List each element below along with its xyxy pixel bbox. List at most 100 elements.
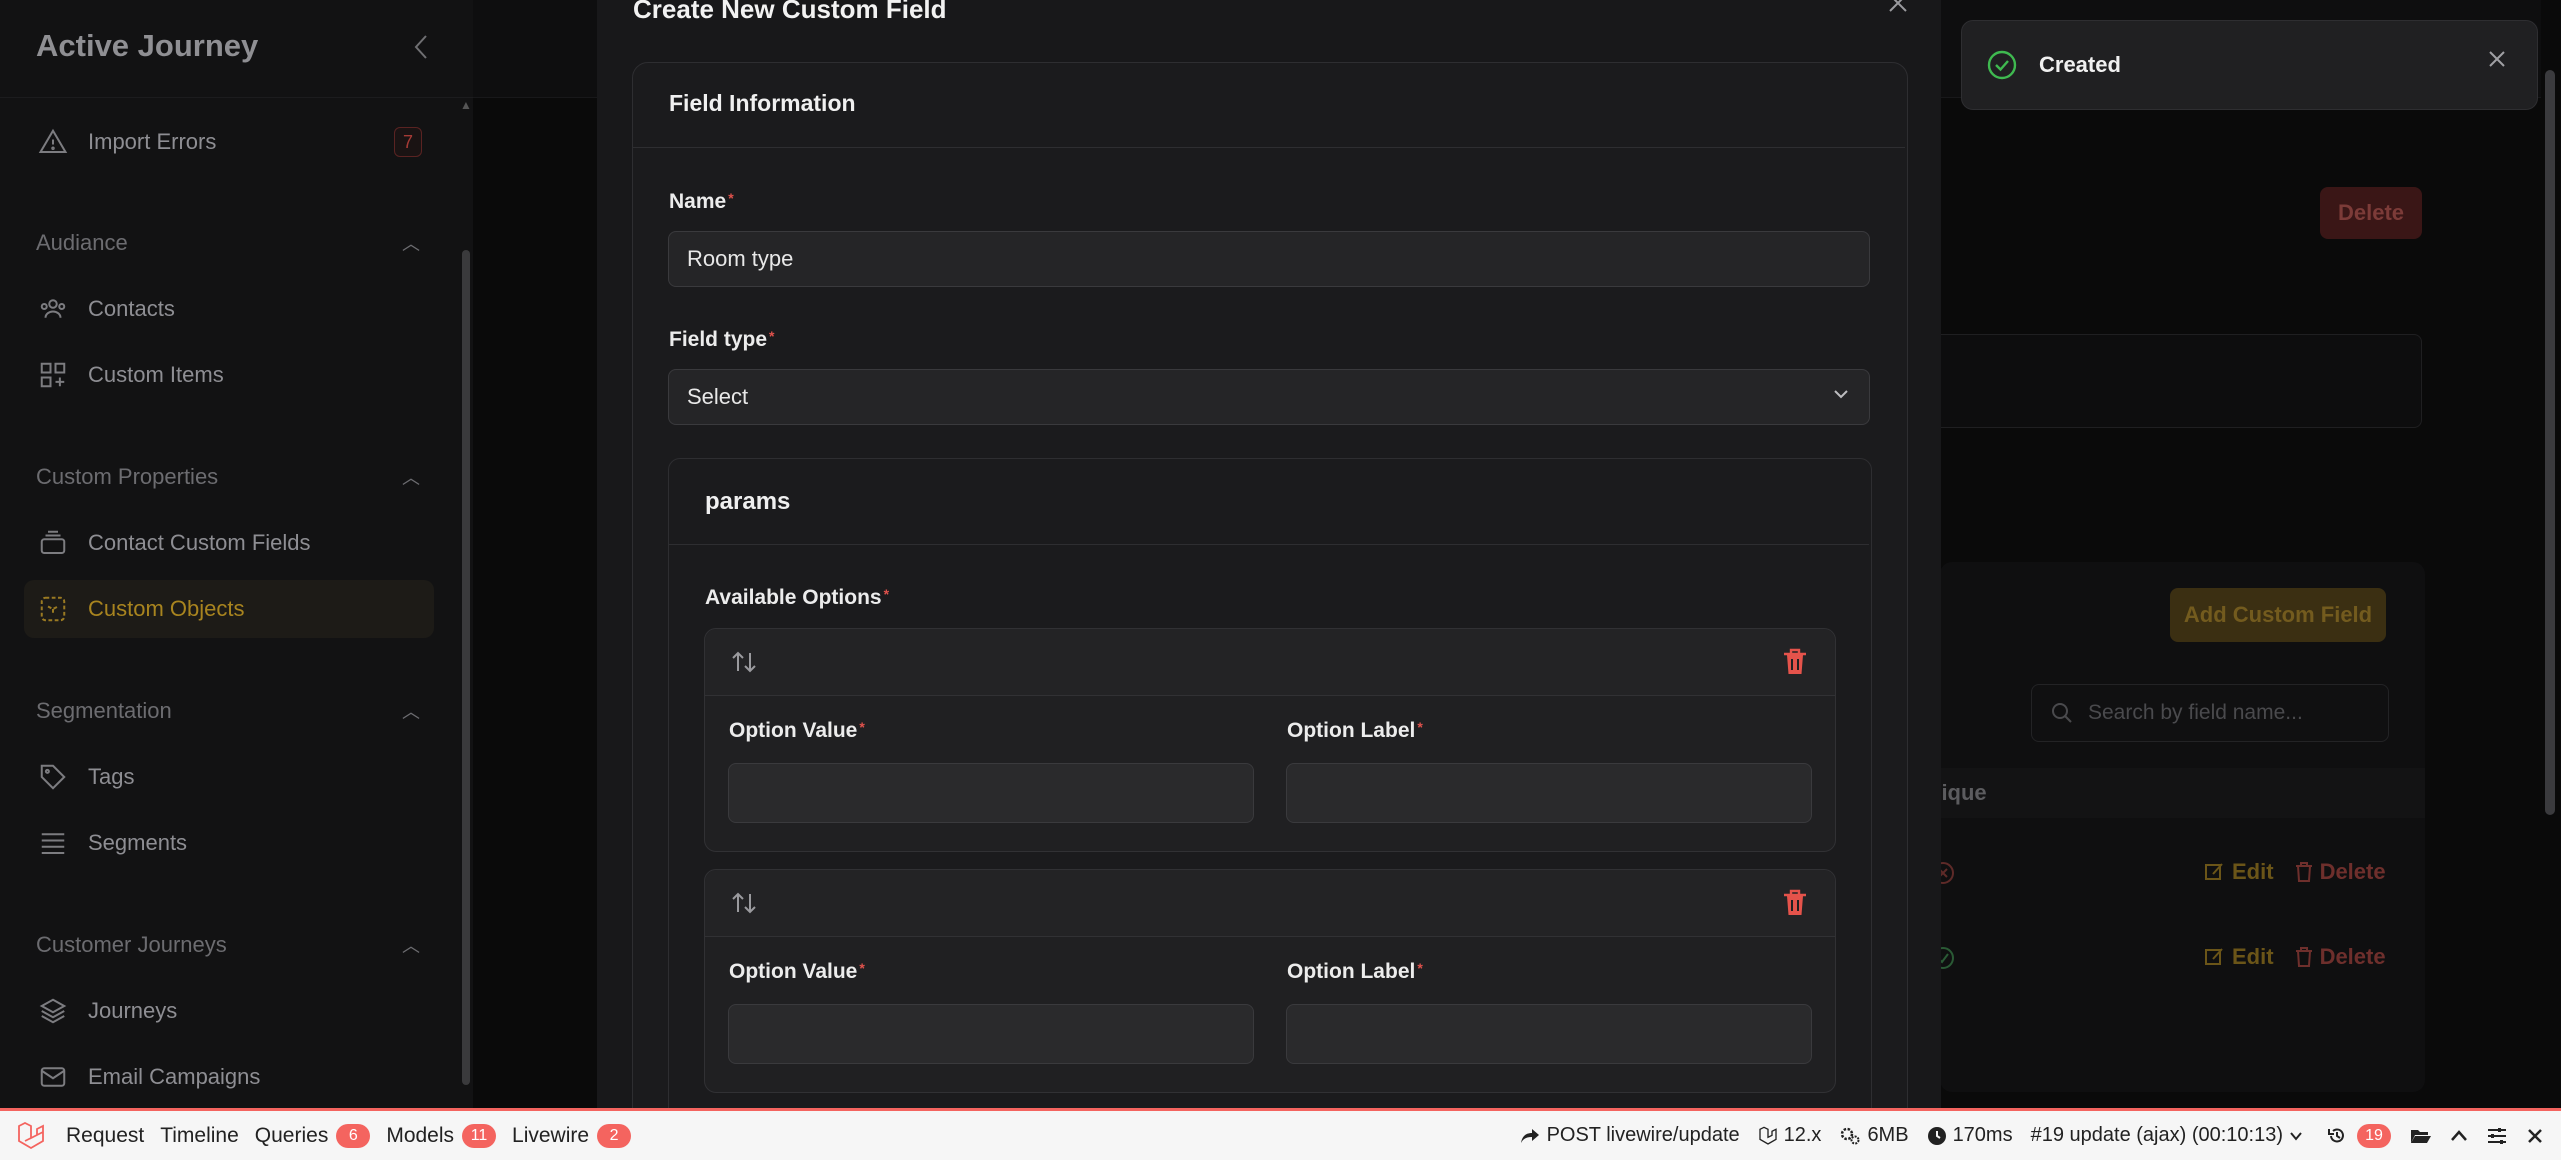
chevron-up-icon: ︿ bbox=[402, 234, 420, 254]
edit-icon bbox=[2205, 863, 2223, 880]
toast-message: Created bbox=[2039, 52, 2121, 77]
request-selector[interactable]: #19 update (ajax) (00:10:13) bbox=[2031, 1124, 2309, 1147]
table-row-actions: Edit Delete bbox=[2204, 859, 2386, 885]
layers-icon bbox=[36, 994, 70, 1028]
name-input[interactable]: Room type bbox=[668, 231, 1870, 287]
toast-close-button[interactable] bbox=[2487, 48, 2511, 72]
row-delete-button[interactable]: Delete bbox=[2294, 944, 2386, 970]
row-delete-button[interactable]: Delete bbox=[2294, 859, 2386, 885]
params-header bbox=[669, 459, 1869, 545]
delete-option-icon[interactable] bbox=[1781, 888, 1809, 918]
description-textarea[interactable] bbox=[1930, 334, 2422, 428]
sidebar-item-label: Import Errors bbox=[88, 129, 217, 154]
field-search-input[interactable]: Search by field name... bbox=[2031, 684, 2389, 742]
sliders-icon bbox=[2488, 1127, 2506, 1144]
group-label: Segmentation bbox=[36, 698, 172, 723]
chevron-up-icon: ︿ bbox=[402, 702, 420, 722]
import-errors-badge: 7 bbox=[394, 127, 422, 157]
option-label-input[interactable] bbox=[1286, 763, 1812, 823]
group-audiance[interactable]: Audiance ︿ bbox=[36, 228, 420, 258]
laravel-logo-icon[interactable] bbox=[16, 1121, 46, 1151]
delete-object-button[interactable]: Delete bbox=[2320, 187, 2422, 239]
sidebar-item-custom-items[interactable]: Custom Items bbox=[24, 346, 434, 404]
search-placeholder: Search by field name... bbox=[2088, 701, 2303, 724]
option-value-label: Option Value * bbox=[729, 960, 865, 983]
collapse-sidebar-button[interactable] bbox=[412, 32, 436, 64]
sidebar-item-email-campaigns[interactable]: Email Campaigns bbox=[24, 1048, 434, 1106]
field-type-value: Select bbox=[687, 384, 749, 409]
sidebar-item-label: Custom Items bbox=[88, 362, 224, 387]
field-type-label: Field type * bbox=[669, 328, 775, 351]
cube-dashed-icon bbox=[36, 592, 70, 626]
option-item-header bbox=[705, 870, 1835, 937]
edit-icon bbox=[2205, 948, 2223, 965]
chevron-down-icon bbox=[2290, 1131, 2302, 1141]
group-custom-properties[interactable]: Custom Properties ︿ bbox=[36, 462, 420, 492]
debug-tab-queries[interactable]: Queries 6 bbox=[255, 1123, 371, 1148]
open-folder-button[interactable] bbox=[2409, 1124, 2433, 1148]
debug-tab-models[interactable]: Models 11 bbox=[386, 1123, 497, 1148]
history-icon bbox=[2328, 1128, 2344, 1142]
row-edit-label: Edit bbox=[2232, 859, 2274, 884]
reorder-arrows-icon[interactable] bbox=[729, 647, 759, 677]
group-customer-journeys[interactable]: Customer Journeys ︿ bbox=[36, 930, 420, 960]
request-duration: 170ms bbox=[1927, 1124, 2013, 1147]
close-icon bbox=[1889, 0, 1907, 12]
group-segmentation[interactable]: Segmentation ︿ bbox=[36, 696, 420, 726]
delete-option-icon[interactable] bbox=[1781, 647, 1809, 677]
history-button[interactable]: 19 bbox=[2327, 1123, 2391, 1148]
sidebar-scroll-up-arrow[interactable]: ▲ bbox=[460, 98, 472, 112]
sidebar-item-import-errors[interactable]: Import Errors 7 bbox=[24, 113, 434, 171]
sidebar-item-label: Contact Custom Fields bbox=[88, 530, 311, 555]
option-value-input[interactable] bbox=[728, 763, 1254, 823]
row-edit-button[interactable]: Edit bbox=[2204, 859, 2274, 885]
stack-icon bbox=[36, 526, 70, 560]
row-delete-label: Delete bbox=[2319, 944, 2386, 969]
search-icon bbox=[2052, 703, 2072, 723]
close-icon bbox=[2528, 1128, 2542, 1143]
close-debugbar-button[interactable] bbox=[2523, 1124, 2547, 1148]
chevron-left-icon bbox=[414, 35, 427, 59]
debug-tab-livewire[interactable]: Livewire 2 bbox=[512, 1123, 632, 1148]
sidebar-item-segments[interactable]: Segments bbox=[24, 814, 434, 872]
sidebar-item-label: Segments bbox=[88, 830, 188, 855]
modal-close-button[interactable] bbox=[1887, 0, 1911, 16]
name-label: Name * bbox=[669, 190, 734, 213]
option-value-input[interactable] bbox=[728, 1004, 1254, 1064]
trash-icon bbox=[2295, 947, 2312, 967]
sidebar-item-journeys[interactable]: Journeys bbox=[24, 982, 434, 1040]
sidebar-item-tags[interactable]: Tags bbox=[24, 748, 434, 806]
chevron-up-icon bbox=[2451, 1129, 2467, 1141]
page-scrollbar-thumb[interactable] bbox=[2545, 70, 2555, 815]
envelope-icon bbox=[36, 1060, 70, 1094]
close-icon bbox=[2489, 51, 2505, 67]
sidebar-item-contact-custom-fields[interactable]: Contact Custom Fields bbox=[24, 514, 434, 572]
option-item: Option Value * Option Label * bbox=[704, 869, 1836, 1093]
option-label-input[interactable] bbox=[1286, 1004, 1812, 1064]
tag-icon bbox=[36, 760, 70, 794]
sidebar-scrollbar-thumb[interactable] bbox=[462, 250, 470, 1085]
sidebar-item-custom-objects[interactable]: Custom Objects bbox=[24, 580, 434, 638]
expand-button[interactable] bbox=[2447, 1124, 2471, 1148]
row-delete-label: Delete bbox=[2319, 859, 2386, 884]
row-edit-label: Edit bbox=[2232, 944, 2274, 969]
sidebar-divider bbox=[0, 97, 473, 98]
livewire-count: 2 bbox=[597, 1123, 632, 1148]
sidebar-item-label: Custom Objects bbox=[88, 596, 245, 621]
row-edit-button[interactable]: Edit bbox=[2204, 944, 2274, 970]
settings-button[interactable] bbox=[2485, 1124, 2509, 1148]
debug-tab-timeline[interactable]: Timeline bbox=[160, 1124, 239, 1148]
debug-tab-request[interactable]: Request bbox=[66, 1124, 144, 1148]
queries-count: 6 bbox=[336, 1123, 371, 1148]
reorder-arrows-icon[interactable] bbox=[729, 888, 759, 918]
add-custom-field-button[interactable]: Add Custom Field bbox=[2170, 588, 2386, 642]
field-type-select[interactable]: Select bbox=[668, 369, 1870, 425]
group-label: Customer Journeys bbox=[36, 932, 227, 957]
modal-title: Create New Custom Field bbox=[633, 0, 947, 24]
trash-icon bbox=[2295, 862, 2312, 882]
lines-icon bbox=[36, 826, 70, 860]
sidebar-item-label: Tags bbox=[88, 764, 135, 789]
check-circle-icon bbox=[1987, 50, 2017, 80]
sidebar-item-contacts[interactable]: Contacts bbox=[24, 280, 434, 338]
folder-open-icon bbox=[2411, 1129, 2431, 1143]
